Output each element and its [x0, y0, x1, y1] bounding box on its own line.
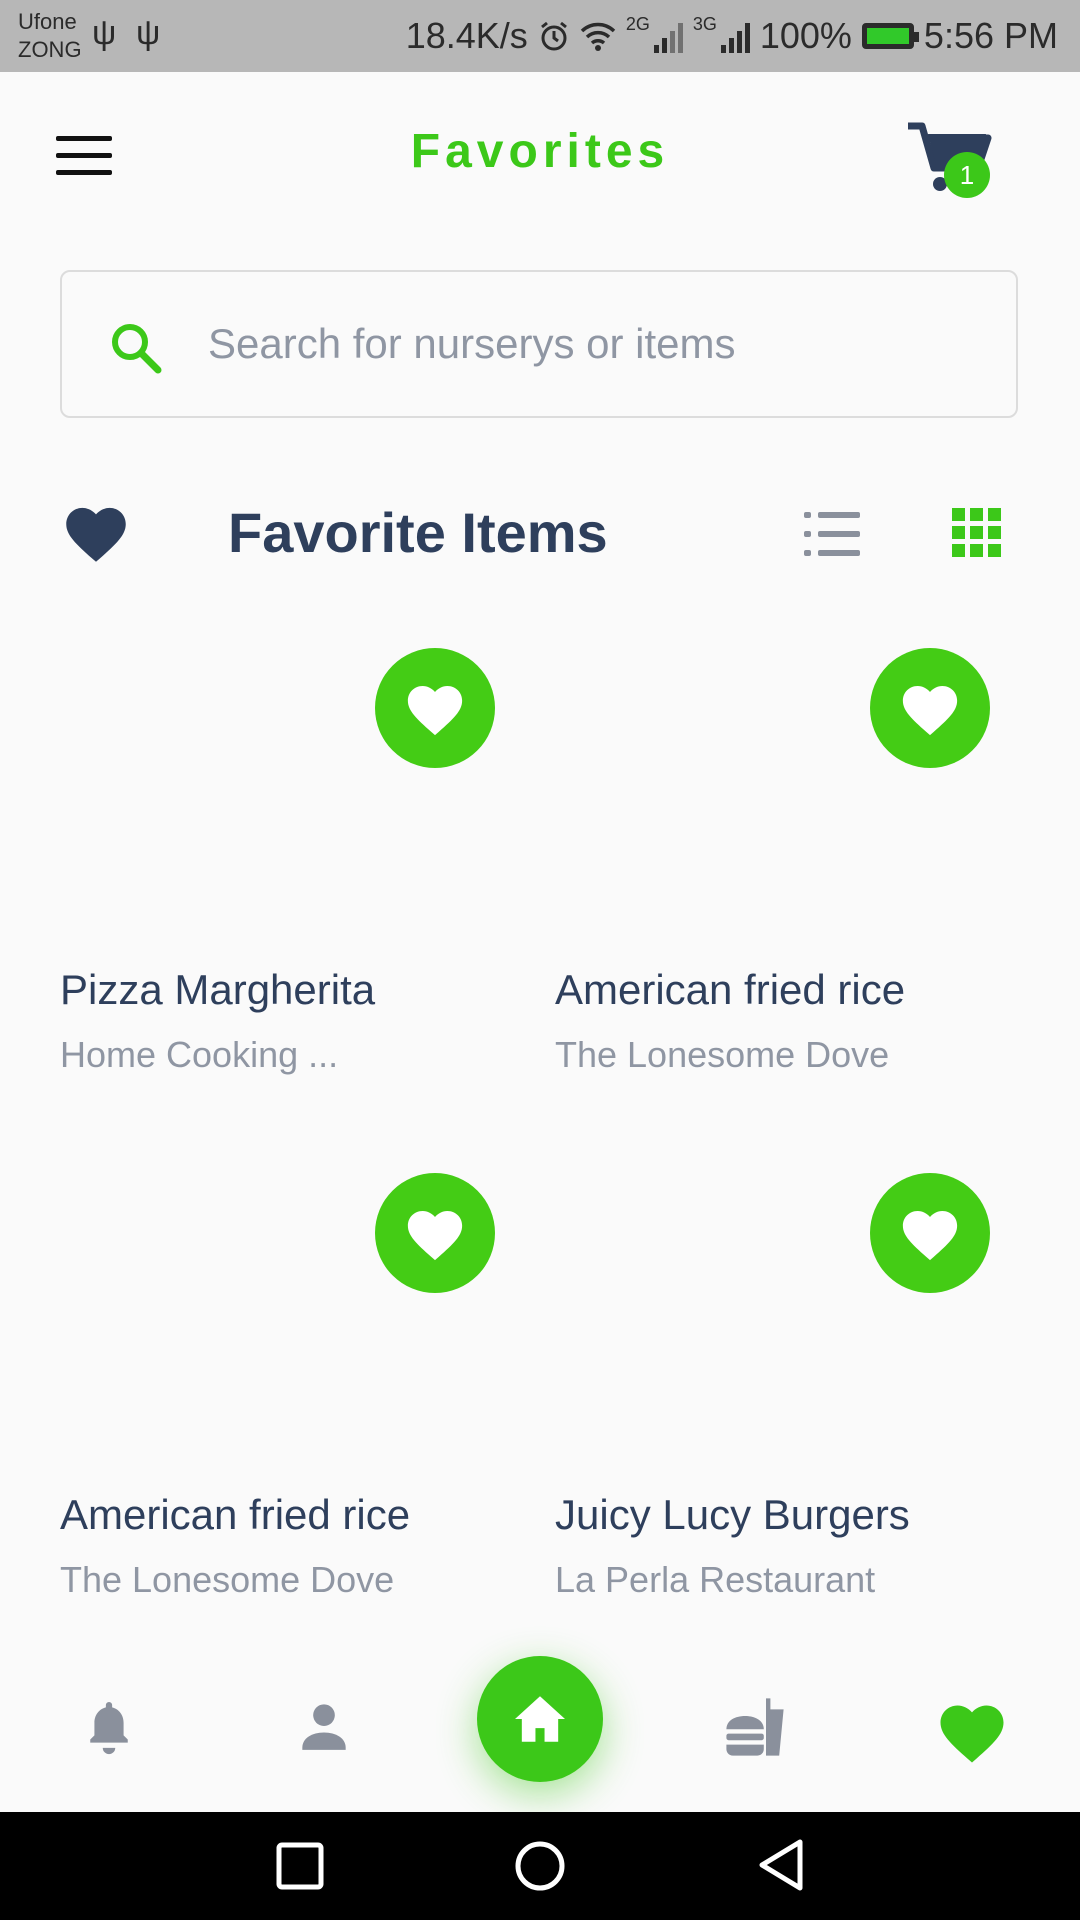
item-name: Juicy Lucy Burgers	[555, 1491, 910, 1538]
system-navigation-bar	[0, 1812, 1080, 1920]
battery-percent: 100%	[759, 15, 852, 56]
network-type-3g: 3G	[692, 13, 717, 34]
grid-icon[interactable]	[952, 508, 1002, 558]
heart-icon	[66, 507, 126, 562]
status-bar: Ufone ZONG ψ ψ 18.4K/s 2G 3G 100% 5:56 P…	[0, 0, 1080, 72]
carrier-name-1: Ufone	[18, 9, 77, 34]
item-name: American fried rice	[60, 1491, 411, 1538]
bell-icon[interactable]	[84, 1696, 134, 1758]
favorite-button[interactable]	[375, 648, 495, 768]
carrier-info: Ufone ZONG	[18, 8, 82, 64]
search-bar[interactable]	[60, 270, 1018, 418]
status-right: 18.4K/s 2G 3G 100% 5:56 PM	[406, 0, 1058, 72]
favorite-button[interactable]	[375, 1173, 495, 1293]
item-restaurant: The Lonesome Dove	[60, 1559, 395, 1600]
home-circle-icon[interactable]	[514, 1840, 566, 1892]
bottom-navigation	[0, 1640, 1080, 1810]
favorite-item-card[interactable]: American fried rice The Lonesome Dove	[555, 640, 1015, 1090]
heart-icon	[902, 686, 958, 736]
favorite-button[interactable]	[870, 1173, 990, 1293]
heart-icon	[902, 1211, 958, 1261]
search-input[interactable]	[206, 310, 970, 378]
favorite-item-card[interactable]: Juicy Lucy Burgers La Perla Restaurant	[555, 1165, 1015, 1615]
heart-icon	[407, 1211, 463, 1261]
favorite-item-card[interactable]: Pizza Margherita Home Cooking ...	[60, 640, 520, 1090]
usb-icon: ψ	[92, 14, 117, 52]
signal-icon	[720, 19, 750, 53]
back-icon[interactable]	[756, 1838, 804, 1892]
home-icon	[515, 1696, 565, 1742]
network-type-2g: 2G	[625, 13, 650, 34]
item-restaurant: The Lonesome Dove	[555, 1034, 890, 1075]
fastfood-icon[interactable]	[722, 1694, 788, 1760]
section-title: Favorite Items	[228, 501, 608, 564]
favorite-button[interactable]	[870, 648, 990, 768]
item-restaurant: Home Cooking ...	[60, 1034, 339, 1075]
heart-icon	[407, 686, 463, 736]
favorite-item-card[interactable]: American fried rice The Lonesome Dove	[60, 1165, 520, 1615]
item-name: American fried rice	[555, 966, 906, 1013]
search-icon	[112, 324, 162, 374]
wifi-icon	[580, 22, 616, 51]
item-restaurant: La Perla Restaurant	[555, 1559, 876, 1600]
recent-apps-icon[interactable]	[276, 1842, 324, 1890]
cart-count-badge: 1	[944, 152, 990, 198]
heart-icon[interactable]	[936, 1698, 1008, 1764]
person-icon[interactable]	[298, 1700, 350, 1752]
home-button[interactable]	[477, 1656, 603, 1782]
item-name: Pizza Margherita	[60, 966, 376, 1013]
battery-icon	[861, 23, 919, 49]
alarm-icon	[540, 21, 567, 51]
signal-icon	[653, 19, 683, 53]
carrier-name-2: ZONG	[18, 37, 82, 62]
clock: 5:56 PM	[923, 15, 1058, 56]
list-icon[interactable]	[802, 508, 862, 560]
network-speed: 18.4K/s	[405, 15, 528, 56]
usb-icon: ψ	[136, 14, 161, 52]
